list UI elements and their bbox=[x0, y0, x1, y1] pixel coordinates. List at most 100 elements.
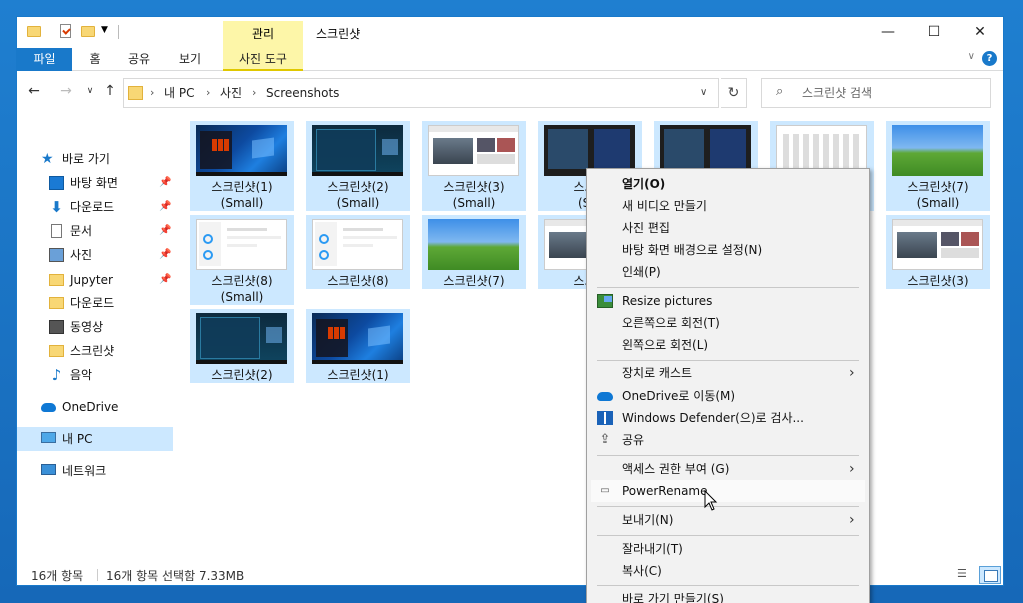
details-view-icon[interactable]: ☰ bbox=[957, 567, 973, 583]
item-count: 16개 항목 bbox=[31, 569, 84, 583]
thumbnail bbox=[892, 125, 983, 176]
breadcrumb-screenshots[interactable]: Screenshots bbox=[266, 79, 339, 107]
menu-item-open[interactable]: 열기(O) bbox=[591, 173, 865, 195]
menu-item-resize-pictures[interactable]: Resize pictures bbox=[591, 290, 865, 312]
nav-jupyter[interactable]: Jupyter 📌 bbox=[17, 268, 173, 292]
customize-quick-access-dropdown-icon[interactable]: ▼ bbox=[101, 25, 111, 37]
menu-item-move-to-onedrive[interactable]: OneDrive로 이동(M) bbox=[591, 385, 865, 407]
menu-item-rotate-right[interactable]: 오른쪽으로 회전(T) bbox=[591, 312, 865, 334]
minimize-button[interactable]: — bbox=[865, 17, 911, 48]
up-arrow-icon[interactable]: ↑ bbox=[101, 82, 119, 100]
breadcrumb-chevron-icon[interactable]: › bbox=[150, 79, 154, 107]
pin-icon[interactable]: 📌 bbox=[159, 195, 171, 219]
menu-item-share[interactable]: ⇪ 공유 bbox=[591, 429, 865, 451]
nav-onedrive[interactable]: OneDrive bbox=[17, 395, 173, 419]
menu-item-edit-photo[interactable]: 사진 편집 bbox=[591, 217, 865, 239]
address-row: ← → ∨ ↑ › 내 PC › 사진 › Screenshots ∨ ↻ ⌕ … bbox=[17, 71, 1003, 113]
file-tile[interactable]: 스크린샷(3) bbox=[886, 215, 990, 289]
breadcrumb-chevron-icon[interactable]: › bbox=[252, 79, 256, 107]
nav-quick-access[interactable]: ★ 바로 가기 bbox=[17, 147, 173, 171]
search-input[interactable]: ⌕ 스크린샷 검색 bbox=[761, 78, 991, 108]
recent-locations-chevron-icon[interactable]: ∨ bbox=[81, 82, 99, 100]
close-button[interactable]: ✕ bbox=[957, 17, 1003, 48]
menu-separator bbox=[597, 360, 859, 361]
file-name: 스크린샷(7) (Small) bbox=[907, 180, 969, 210]
computer-icon bbox=[41, 432, 56, 443]
large-icons-view-icon[interactable] bbox=[979, 566, 1001, 584]
file-name: 스크린샷(1) bbox=[327, 368, 389, 382]
thumbnail bbox=[312, 219, 403, 270]
tab-file[interactable]: 파일 bbox=[17, 48, 72, 71]
file-tile[interactable]: 스크린샷(8) (Small) bbox=[190, 215, 294, 305]
music-note-icon: ♪ bbox=[51, 366, 62, 384]
menu-separator bbox=[597, 506, 859, 507]
folder-icon bbox=[27, 24, 41, 38]
refresh-button[interactable]: ↻ bbox=[721, 78, 747, 108]
file-tile[interactable]: 스크린샷(2) bbox=[190, 309, 294, 383]
menu-item-set-background[interactable]: 바탕 화면 배경으로 설정(N) bbox=[591, 239, 865, 261]
menu-item-powerrename[interactable]: ▭ PowerRename bbox=[591, 480, 865, 502]
menu-item-rotate-left[interactable]: 왼쪽으로 회전(L) bbox=[591, 334, 865, 356]
video-icon bbox=[49, 320, 64, 334]
pin-icon[interactable]: 📌 bbox=[159, 243, 171, 267]
file-tile[interactable]: 스크린샷(7) (Small) bbox=[886, 121, 990, 211]
navigation-pane: ★ 바로 가기 바탕 화면 📌 ⬇ 다운로드 📌 문서 📌 사진 📌 Jupyt… bbox=[17, 113, 177, 563]
nav-pictures[interactable]: 사진 📌 bbox=[17, 243, 173, 267]
breadcrumb-chevron-icon[interactable]: › bbox=[206, 79, 210, 107]
menu-item-give-access[interactable]: 액세스 권한 부여 (G) › bbox=[591, 458, 865, 480]
breadcrumb-pictures[interactable]: 사진 bbox=[220, 79, 242, 107]
menu-separator bbox=[597, 585, 859, 586]
nav-this-pc[interactable]: 내 PC bbox=[17, 427, 173, 451]
nav-downloads[interactable]: ⬇ 다운로드 📌 bbox=[17, 195, 173, 219]
folder-icon bbox=[128, 86, 143, 100]
file-tile[interactable]: 스크린샷(3) (Small) bbox=[422, 121, 526, 211]
network-icon bbox=[41, 464, 56, 475]
nav-desktop[interactable]: 바탕 화면 📌 bbox=[17, 171, 173, 195]
address-bar[interactable]: › 내 PC › 사진 › Screenshots ∨ bbox=[123, 78, 719, 108]
file-tile[interactable]: 스크린샷(2) (Small) bbox=[306, 121, 410, 211]
menu-item-print[interactable]: 인쇄(P) bbox=[591, 261, 865, 283]
tab-home[interactable]: 홈 bbox=[79, 48, 111, 71]
expand-ribbon-chevron-icon[interactable]: ∨ bbox=[968, 51, 975, 62]
help-icon[interactable]: ? bbox=[982, 51, 997, 66]
nav-downloads-2[interactable]: 다운로드 bbox=[17, 291, 173, 315]
menu-item-copy[interactable]: 복사(C) bbox=[591, 560, 865, 582]
forward-arrow-icon[interactable]: → bbox=[57, 82, 75, 100]
nav-documents[interactable]: 문서 📌 bbox=[17, 219, 173, 243]
tab-photo-tools[interactable]: 사진 도구 bbox=[223, 48, 303, 71]
menu-item-cast-to-device[interactable]: 장치로 캐스트 › bbox=[591, 362, 865, 384]
back-arrow-icon[interactable]: ← bbox=[25, 82, 43, 100]
file-tile[interactable]: 스크린샷(1) (Small) bbox=[190, 121, 294, 211]
nav-music[interactable]: ♪ 음악 bbox=[17, 363, 173, 387]
file-tile[interactable]: 스크린샷(1) bbox=[306, 309, 410, 383]
onedrive-cloud-icon bbox=[41, 403, 56, 412]
menu-item-send-to[interactable]: 보내기(N) › bbox=[591, 509, 865, 531]
submenu-arrow-icon: › bbox=[849, 461, 855, 477]
pictures-icon bbox=[49, 248, 64, 262]
nav-network[interactable]: 네트워크 bbox=[17, 459, 173, 483]
tab-view[interactable]: 보기 bbox=[172, 48, 208, 71]
menu-item-create-shortcut[interactable]: 바로 가기 만들기(S) bbox=[591, 588, 865, 603]
menu-item-scan-defender[interactable]: Windows Defender(으)로 검사... bbox=[591, 407, 865, 429]
manage-tab[interactable]: 관리 bbox=[223, 21, 303, 48]
pin-icon[interactable]: 📌 bbox=[159, 171, 171, 195]
new-folder-icon[interactable] bbox=[81, 24, 95, 38]
menu-item-cut[interactable]: 잘라내기(T) bbox=[591, 538, 865, 560]
pin-icon[interactable]: 📌 bbox=[159, 268, 171, 292]
pin-icon[interactable]: 📌 bbox=[159, 219, 171, 243]
file-name: 스크린샷(1) (Small) bbox=[211, 180, 273, 210]
nav-videos[interactable]: 동영상 bbox=[17, 315, 173, 339]
window-title: 스크린샷 bbox=[316, 27, 361, 41]
ribbon-tabs: 파일 홈 공유 보기 사진 도구 ∨ ? bbox=[17, 48, 1003, 71]
tab-share[interactable]: 공유 bbox=[121, 48, 157, 71]
menu-item-new-video[interactable]: 새 비디오 만들기 bbox=[591, 195, 865, 217]
file-tile[interactable]: 스크린샷(7) bbox=[422, 215, 526, 289]
star-icon: ★ bbox=[41, 151, 54, 167]
nav-screenshots[interactable]: 스크린샷 bbox=[17, 339, 173, 363]
address-dropdown-chevron-icon[interactable]: ∨ bbox=[700, 79, 707, 107]
file-tile[interactable]: 스크린샷(8) bbox=[306, 215, 410, 289]
maximize-button[interactable]: ☐ bbox=[911, 17, 957, 48]
file-name: 스크린샷(3) bbox=[907, 274, 969, 288]
properties-check-icon[interactable] bbox=[60, 24, 74, 38]
breadcrumb-this-pc[interactable]: 내 PC bbox=[164, 79, 194, 107]
